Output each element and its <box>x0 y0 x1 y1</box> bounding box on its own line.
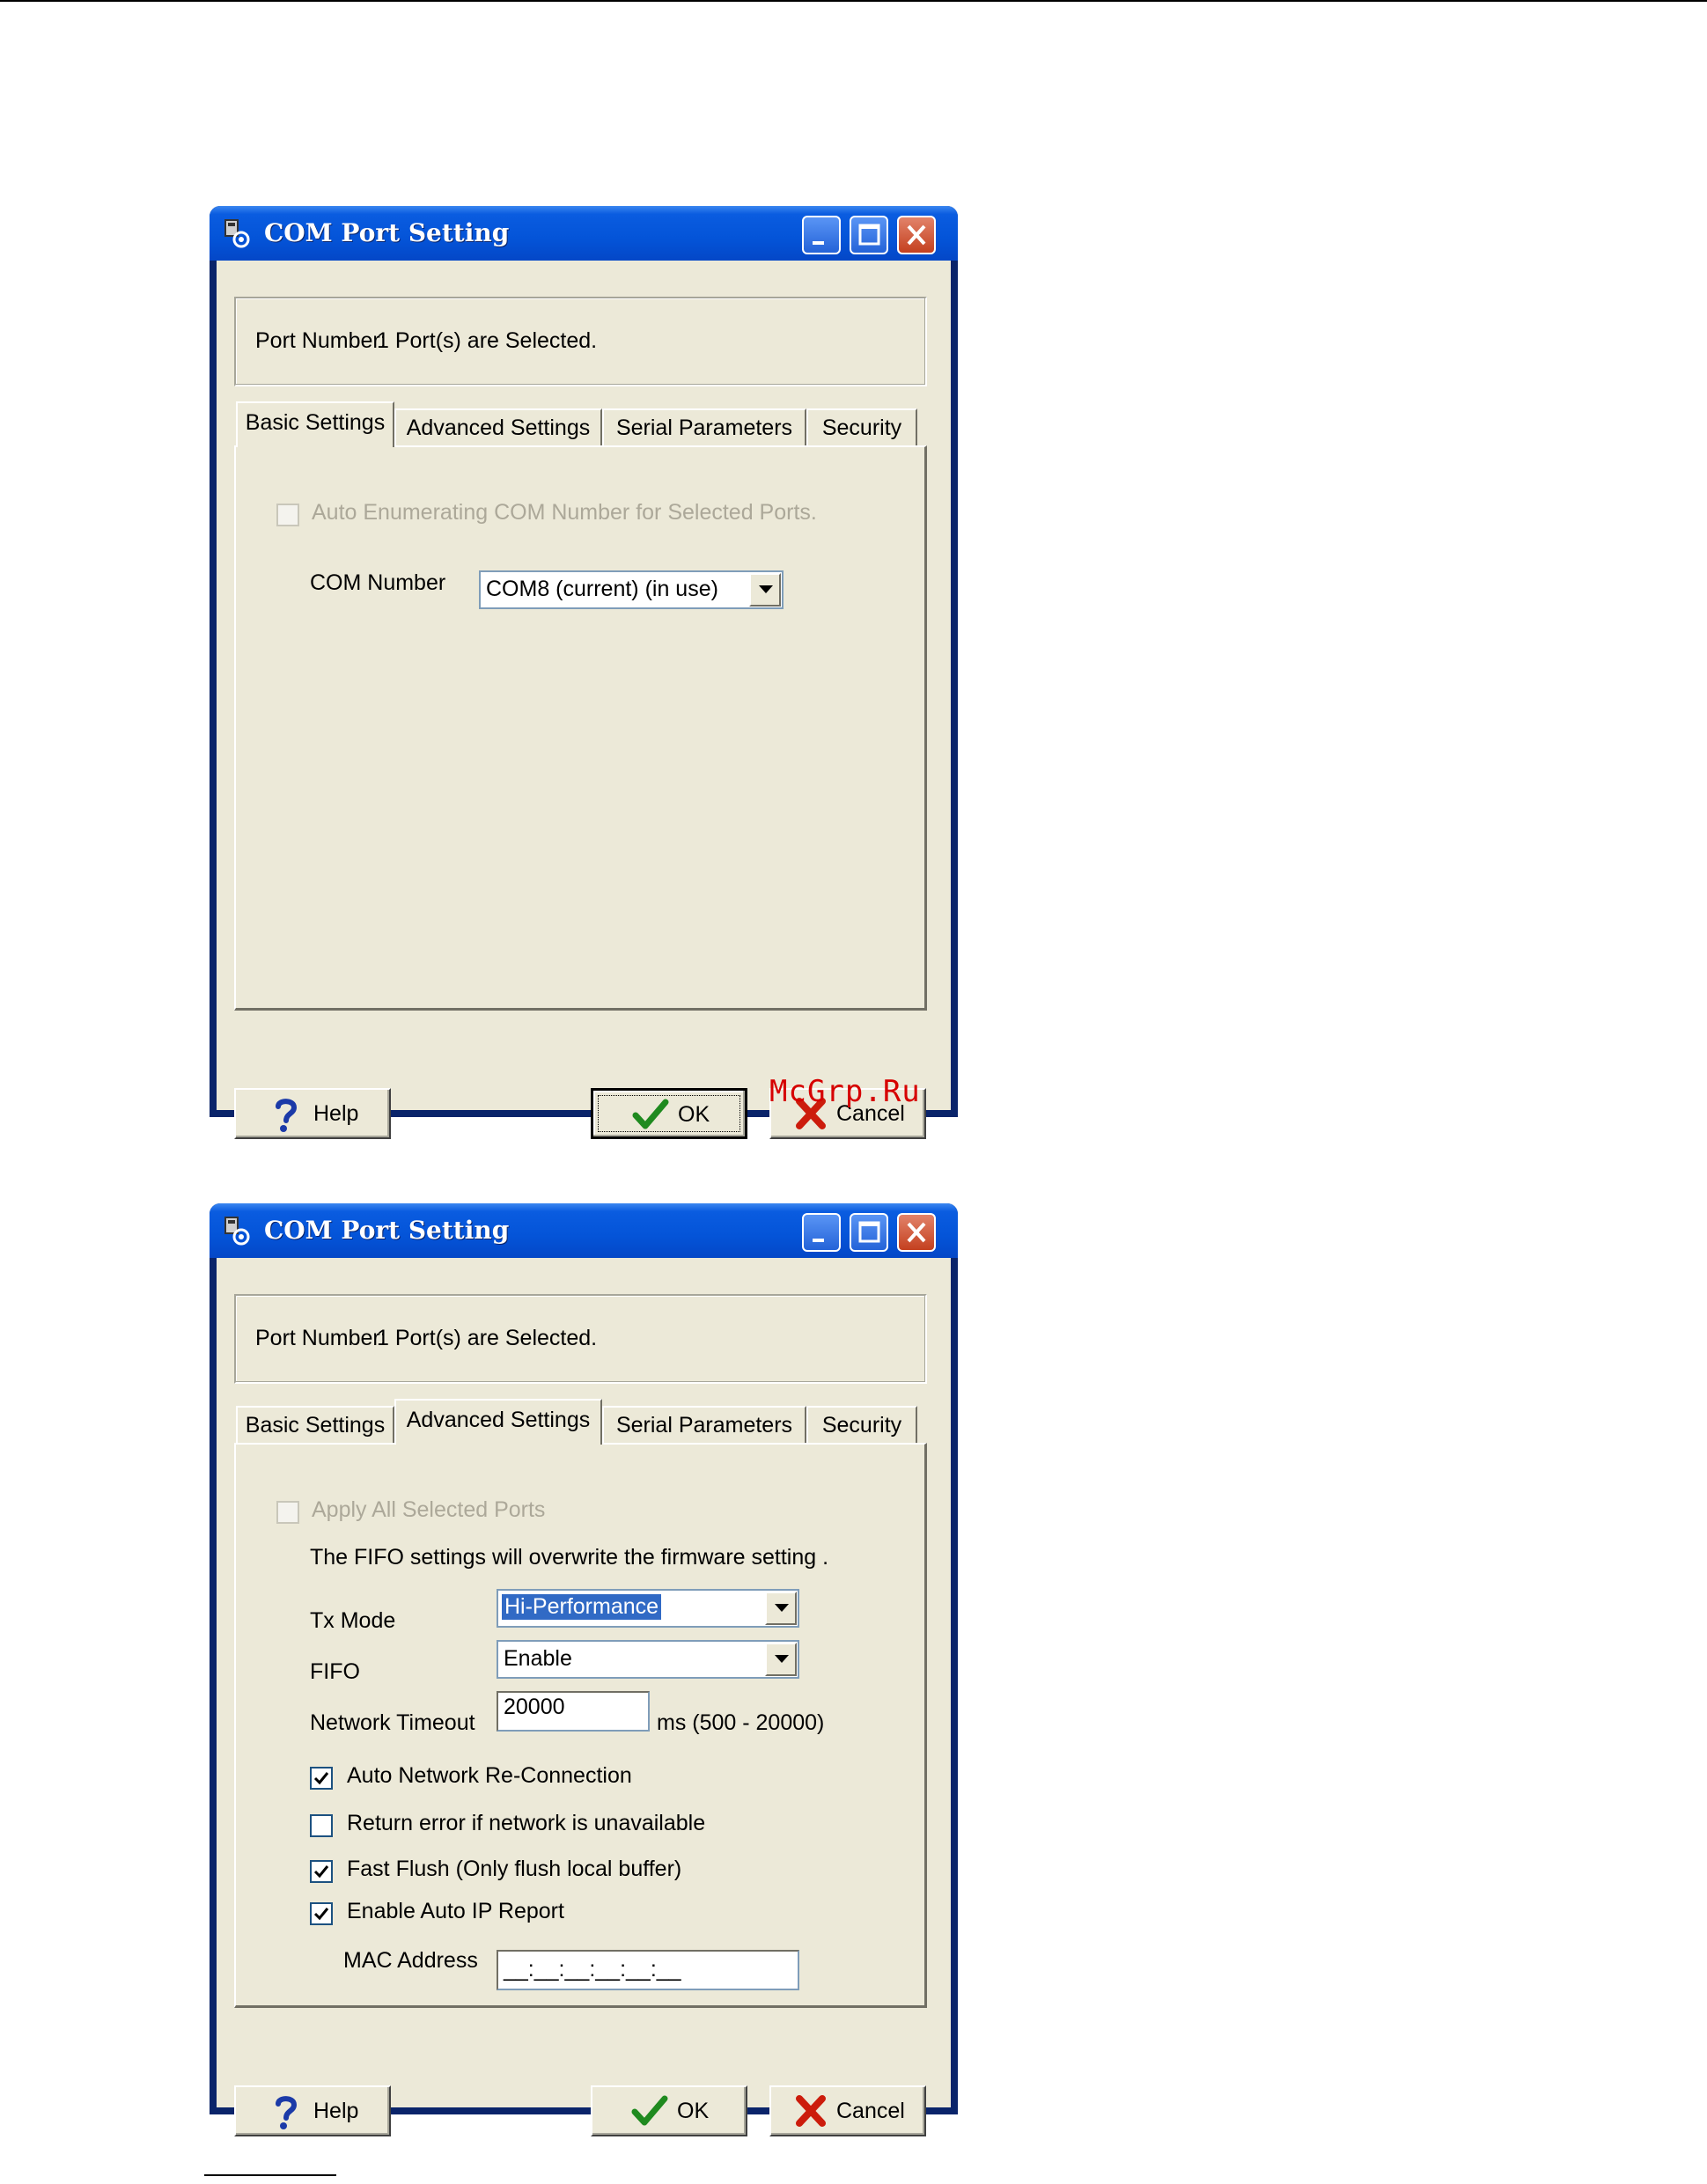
tab-basic-settings[interactable]: Basic Settings <box>236 1406 394 1445</box>
chevron-down-icon <box>759 585 773 593</box>
fifo-value: Enable <box>504 1646 572 1671</box>
com-number-dropdown[interactable]: COM8 (current) (in use) <box>479 570 784 609</box>
tab-serial-parameters[interactable]: Serial Parameters <box>602 1406 806 1445</box>
help-button[interactable]: Help <box>234 1088 391 1139</box>
minimize-icon <box>813 1239 824 1242</box>
maximize-button[interactable] <box>850 216 888 254</box>
chevron-down-icon <box>775 1655 789 1663</box>
tx-mode-label: Tx Mode <box>310 1608 396 1633</box>
tab-basic-settings[interactable]: Basic Settings <box>236 401 394 447</box>
dropdown-arrow-button[interactable] <box>749 573 781 607</box>
com-number-label: COM Number <box>310 570 446 595</box>
port-number-value: 1 Port(s) are Selected. <box>377 328 598 353</box>
checkmark-icon <box>313 1772 329 1785</box>
port-number-value: 1 Port(s) are Selected. <box>377 1326 598 1350</box>
help-button-label: Help <box>313 2099 359 2123</box>
question-mark-icon <box>276 2096 298 2129</box>
apply-all-selected-ports-label: Apply All Selected Ports <box>312 1497 546 1522</box>
tx-mode-dropdown[interactable]: Hi-Performance <box>497 1589 799 1628</box>
checkmark-icon <box>631 2095 668 2126</box>
minimize-button[interactable] <box>802 1213 841 1252</box>
close-button[interactable] <box>897 216 936 254</box>
ok-button-label: OK <box>678 1102 710 1127</box>
maximize-icon <box>858 1221 880 1243</box>
auto-network-reconnection-label: Auto Network Re-Connection <box>347 1763 632 1788</box>
tab-advanced-settings[interactable]: Advanced Settings <box>394 1399 602 1445</box>
advanced-settings-panel: Apply All Selected Ports The FIFO settin… <box>234 1443 927 2008</box>
tab-security[interactable]: Security <box>806 1406 917 1445</box>
auto-enumerating-label: Auto Enumerating COM Number for Selected… <box>312 500 817 525</box>
auto-network-reconnection-checkbox[interactable] <box>310 1767 333 1790</box>
window-title: COM Port Setting <box>264 1216 510 1245</box>
network-timeout-range: ms (500 - 20000) <box>657 1710 825 1735</box>
dropdown-arrow-button[interactable] <box>765 1643 797 1676</box>
minimize-button[interactable] <box>802 216 841 254</box>
tab-advanced-settings[interactable]: Advanced Settings <box>394 408 602 447</box>
mac-address-input[interactable]: __:__:__:__:__:__ <box>497 1950 799 1990</box>
tab-serial-parameters[interactable]: Serial Parameters <box>602 408 806 447</box>
network-timeout-label: Network Timeout <box>310 1710 475 1735</box>
help-button[interactable]: Help <box>234 2085 391 2136</box>
red-x-icon <box>796 2095 826 2127</box>
fifo-dropdown[interactable]: Enable <box>497 1640 799 1679</box>
checkmark-icon <box>632 1099 669 1129</box>
mac-address-value: __:__:__:__:__:__ <box>504 1957 681 1982</box>
footnote-rule <box>204 2174 336 2176</box>
close-icon <box>907 1222 926 1243</box>
enable-auto-ip-report-label: Enable Auto IP Report <box>347 1899 564 1923</box>
com-port-setting-window-advanced: COM Port Setting Port Number: 1 Port(s) … <box>210 1203 958 2136</box>
watermark: McGrp.Ru <box>769 1074 921 1109</box>
chevron-down-icon <box>775 1604 789 1612</box>
fast-flush-label: Fast Flush (Only flush local buffer) <box>347 1857 682 1881</box>
maximize-button[interactable] <box>850 1213 888 1252</box>
fifo-label: FIFO <box>310 1659 360 1684</box>
checkmark-icon <box>313 1908 329 1921</box>
window-title: COM Port Setting <box>264 218 510 247</box>
com-port-setting-window-basic: COM Port Setting Port Number: 1 Port(s) … <box>210 206 958 1139</box>
close-button[interactable] <box>897 1213 936 1252</box>
ok-button[interactable]: OK <box>591 1088 747 1139</box>
dialog-client-area: Port Number: 1 Port(s) are Selected. Bas… <box>217 1258 951 2136</box>
title-bar[interactable]: COM Port Setting <box>210 1203 958 1258</box>
dropdown-arrow-button[interactable] <box>765 1592 797 1625</box>
com-port-app-icon <box>222 1216 252 1246</box>
return-error-checkbox[interactable] <box>310 1814 333 1837</box>
network-timeout-input[interactable]: 20000 <box>497 1691 650 1732</box>
port-number-label: Port Number: <box>255 1326 386 1350</box>
title-bar[interactable]: COM Port Setting <box>210 206 958 261</box>
minimize-icon <box>813 241 824 245</box>
fast-flush-checkbox[interactable] <box>310 1860 333 1883</box>
port-number-group: Port Number: 1 Port(s) are Selected. <box>234 1294 927 1384</box>
fifo-note: The FIFO settings will overwrite the fir… <box>310 1545 829 1570</box>
apply-all-selected-ports-checkbox[interactable] <box>276 1501 299 1524</box>
mac-address-label: MAC Address <box>343 1948 478 1973</box>
auto-enumerating-checkbox[interactable] <box>276 504 299 526</box>
dialog-client-area: Port Number: 1 Port(s) are Selected. Bas… <box>217 261 951 1139</box>
close-icon <box>907 224 926 246</box>
ok-button[interactable]: OK <box>591 2085 747 2136</box>
help-button-label: Help <box>313 1101 359 1126</box>
port-number-group: Port Number: 1 Port(s) are Selected. <box>234 297 927 386</box>
cancel-button-label: Cancel <box>836 2099 905 2123</box>
enable-auto-ip-report-checkbox[interactable] <box>310 1902 333 1925</box>
basic-settings-panel: Auto Enumerating COM Number for Selected… <box>234 445 927 1011</box>
port-number-label: Port Number: <box>255 328 386 353</box>
com-number-value: COM8 (current) (in use) <box>486 577 718 601</box>
com-port-app-icon <box>222 218 252 248</box>
top-rule <box>0 0 1707 2</box>
tx-mode-value: Hi-Performance <box>500 1593 663 1621</box>
ok-button-label: OK <box>677 2099 710 2123</box>
maximize-icon <box>858 224 880 246</box>
network-timeout-value: 20000 <box>504 1695 565 1719</box>
checkmark-icon <box>313 1865 329 1879</box>
question-mark-icon <box>276 1099 298 1132</box>
return-error-label: Return error if network is unavailable <box>347 1811 706 1835</box>
tab-security[interactable]: Security <box>806 408 917 447</box>
cancel-button[interactable]: Cancel <box>769 2085 926 2136</box>
